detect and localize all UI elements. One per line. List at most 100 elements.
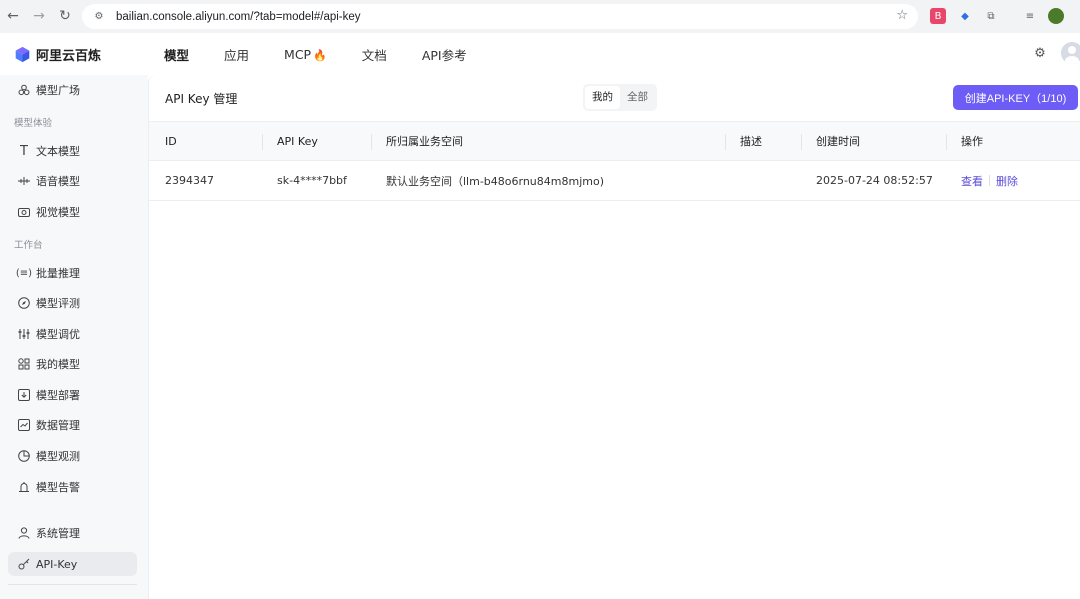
deploy-icon: [17, 388, 31, 402]
sidebar-item-model-tuning[interactable]: 模型调优: [8, 322, 137, 346]
sidebar: 模型广场 模型体验 T 文本模型 语音模型 视觉模型 工作台 (≡) 批量推理 …: [0, 75, 148, 599]
sidebar-item-label: 系统管理: [36, 527, 80, 540]
ownership-filter: 我的 全部: [583, 84, 657, 111]
sidebar-item-model-deploy[interactable]: 模型部署: [8, 383, 137, 407]
brand-logo-icon: [15, 46, 30, 63]
cell-id: 2394347: [165, 174, 214, 187]
cell-actions: 查看 删除: [961, 161, 1018, 200]
sidebar-item-vision-model[interactable]: 视觉模型: [8, 200, 137, 224]
cell-api-key: sk-4****7bbf: [277, 174, 347, 187]
tab-mcp-label: MCP: [284, 46, 312, 62]
column-divider: [801, 134, 802, 150]
top-navigation: 模型 应用 MCP 🔥 文档 API参考: [164, 33, 502, 75]
bookmark-star-icon[interactable]: ☆: [896, 8, 908, 23]
column-divider: [262, 134, 263, 150]
reload-icon[interactable]: ↻: [55, 6, 75, 26]
sidebar-item-model-observe[interactable]: 模型观测: [8, 444, 137, 468]
sidebar-item-text-model[interactable]: T 文本模型: [8, 139, 137, 163]
text-icon: T: [20, 143, 28, 159]
address-bar[interactable]: ⚙ bailian.console.aliyun.com/?tab=model#…: [82, 4, 918, 29]
column-divider: [725, 134, 726, 150]
cell-created-time: 2025-07-24 08:52:57: [816, 174, 933, 187]
column-divider: [371, 134, 372, 150]
sidebar-item-system-management[interactable]: 系统管理: [8, 521, 137, 545]
audio-icon: [17, 174, 31, 188]
sidebar-divider: [8, 584, 137, 585]
user-icon: [17, 526, 31, 540]
view-link[interactable]: 查看: [961, 173, 983, 189]
api-key-table: ID API Key 所归属业务空间 描述 创建时间 操作 2394347 sk…: [149, 121, 1080, 201]
sidebar-item-label: 模型广场: [36, 84, 80, 97]
translate-extension-icon[interactable]: ◆: [957, 8, 973, 24]
extension-icon[interactable]: B: [930, 8, 946, 24]
tab-model[interactable]: 模型: [164, 45, 189, 64]
sidebar-section-experience: 模型体验: [14, 118, 53, 129]
avatar-silhouette-icon: [1065, 46, 1079, 64]
batch-icon: (≡): [15, 267, 33, 279]
column-divider: [946, 134, 947, 150]
brand-name: 阿里云百炼: [36, 49, 102, 64]
tune-icon: [17, 327, 31, 341]
action-divider: [989, 175, 990, 186]
column-header-api-key: API Key: [277, 134, 318, 148]
sidebar-item-batch-inference[interactable]: (≡) 批量推理: [8, 261, 137, 285]
user-avatar[interactable]: [1061, 42, 1080, 64]
chart-icon: [17, 418, 31, 432]
sidebar-item-label: 批量推理: [36, 267, 80, 280]
page-title: API Key 管理: [165, 92, 238, 106]
sidebar-item-audio-model[interactable]: 语音模型: [8, 169, 137, 193]
tab-application[interactable]: 应用: [224, 45, 249, 64]
column-header-actions: 操作: [961, 135, 983, 148]
table-row: 2394347 sk-4****7bbf 默认业务空间（llm-b48o6rnu…: [149, 161, 1080, 201]
sidebar-section-workbench: 工作台: [14, 240, 43, 251]
model-square-icon: [17, 83, 31, 97]
create-api-key-button[interactable]: 创建API-KEY（1/10): [953, 85, 1078, 110]
reading-list-icon[interactable]: ≡: [1022, 8, 1038, 24]
sidebar-item-label: API-Key: [36, 557, 78, 571]
site-settings-icon[interactable]: ⚙: [92, 10, 106, 24]
fire-icon: 🔥: [313, 48, 327, 62]
sidebar-item-label: 我的模型: [36, 358, 80, 371]
browser-toolbar: ← → ↻ ⚙ bailian.console.aliyun.com/?tab=…: [0, 0, 1080, 33]
sidebar-item-label: 语音模型: [36, 175, 80, 188]
column-header-created-time: 创建时间: [816, 135, 860, 148]
tab-api-reference[interactable]: API参考: [422, 45, 467, 64]
sidebar-item-api-key[interactable]: API-Key: [8, 552, 137, 576]
column-header-description: 描述: [740, 135, 762, 148]
pie-icon: [17, 449, 31, 463]
sidebar-item-label: 文本模型: [36, 145, 80, 158]
camera-icon: [17, 205, 31, 219]
back-arrow-icon[interactable]: ←: [3, 6, 23, 26]
key-icon: [17, 557, 31, 571]
filter-mine[interactable]: 我的: [585, 86, 620, 109]
filter-all[interactable]: 全部: [620, 86, 655, 109]
sidebar-item-data-management[interactable]: 数据管理: [8, 413, 137, 437]
sidebar-item-model-eval[interactable]: 模型评测: [8, 291, 137, 315]
settings-gear-icon[interactable]: ⚙: [1033, 46, 1047, 61]
sidebar-item-label: 模型告警: [36, 481, 80, 494]
sidebar-item-label: 模型观测: [36, 450, 80, 463]
profile-avatar-icon[interactable]: [1048, 8, 1064, 24]
sidebar-item-label: 数据管理: [36, 419, 80, 432]
sidebar-item-label: 模型调优: [36, 328, 80, 341]
delete-link[interactable]: 删除: [996, 173, 1018, 189]
url-text: bailian.console.aliyun.com/?tab=model#/a…: [116, 10, 361, 23]
tab-mcp[interactable]: MCP 🔥: [284, 47, 327, 62]
forward-arrow-icon[interactable]: →: [29, 6, 49, 26]
sidebar-item-model-alarm[interactable]: 模型告警: [8, 475, 137, 499]
app-header: 阿里云百炼 模型 应用 MCP 🔥 文档 API参考 ⚙: [0, 33, 1080, 75]
sidebar-item-label: 模型部署: [36, 389, 80, 402]
alarm-icon: [17, 480, 31, 494]
cell-workspace: 默认业务空间（llm-b48o6rnu84m8mjmo): [386, 174, 604, 188]
sidebar-item-model-square[interactable]: 模型广场: [8, 78, 137, 102]
main-panel: API Key 管理 我的 全部 创建API-KEY（1/10) ID API …: [148, 75, 1080, 599]
sidebar-item-my-models[interactable]: 我的模型: [8, 352, 137, 376]
grid-icon: [17, 357, 31, 371]
sidebar-item-label: 视觉模型: [36, 206, 80, 219]
extensions-puzzle-icon[interactable]: ⧉: [983, 8, 999, 24]
tab-docs[interactable]: 文档: [362, 45, 387, 64]
brand-logo[interactable]: 阿里云百炼: [14, 45, 101, 64]
sidebar-item-label: 模型评测: [36, 297, 80, 310]
compass-icon: [17, 296, 31, 310]
column-header-workspace: 所归属业务空间: [386, 135, 463, 148]
